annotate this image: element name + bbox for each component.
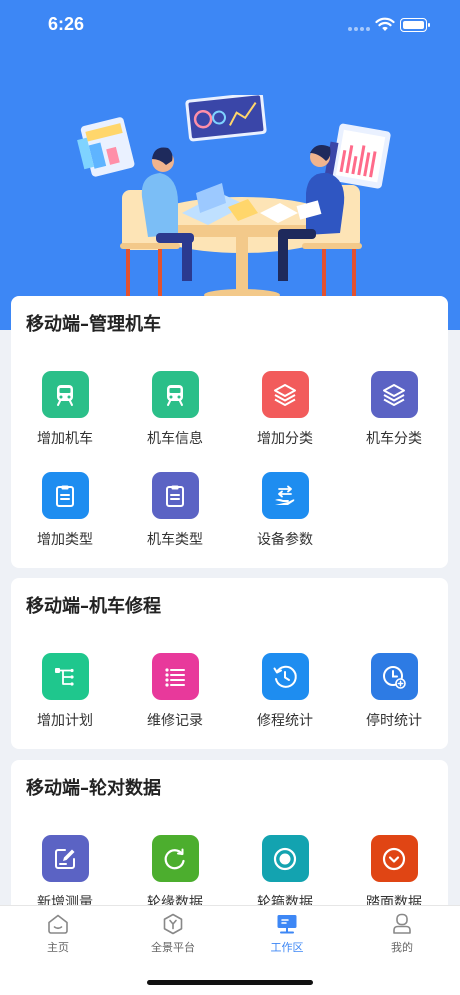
section-title: 移动端–轮对数据 [26, 778, 161, 799]
grid-item-repair-statistics[interactable]: 修程统计 [235, 653, 335, 730]
grid-item-tread-data[interactable]: 踏面数据 [344, 835, 444, 912]
grid-item-label: 增加计划 [37, 713, 93, 729]
clipboard-icon [56, 485, 74, 507]
list-icon [165, 667, 185, 687]
layers-icon [383, 383, 405, 406]
tab-label: 全景平台 [151, 941, 195, 954]
tab-label: 主页 [47, 941, 69, 954]
tile [370, 371, 418, 418]
tile [151, 653, 199, 700]
grid-item-locomotive-category[interactable]: 机车分类 [344, 371, 444, 448]
grid-item-label: 增加分类 [257, 431, 313, 447]
tab-profile[interactable]: 我的 [352, 912, 452, 955]
grid-item-locomotive-type[interactable]: 机车类型 [125, 472, 225, 549]
tab-workspace[interactable]: 工作区 [237, 912, 337, 955]
grid-item-label: 设备参数 [257, 532, 313, 548]
tab-label: 工作区 [270, 941, 304, 954]
office-meeting-illustration [77, 95, 391, 301]
grid-item-flange-data[interactable]: 轮缘数据 [125, 835, 225, 912]
battery-icon [400, 18, 430, 32]
edit-icon [55, 848, 75, 869]
grid-item-label: 机车类型 [147, 532, 203, 548]
tab-home[interactable]: 主页 [8, 912, 108, 955]
tile [261, 472, 309, 519]
record-icon [273, 847, 297, 870]
grid-item-label: 机车信息 [147, 431, 203, 447]
grid-item-repair-records[interactable]: 维修记录 [125, 653, 225, 730]
chevron-circle-icon [382, 847, 406, 870]
tree-icon [55, 667, 74, 686]
grid-item-label: 增加类型 [37, 532, 93, 548]
tile [41, 472, 89, 519]
status-bar: 6:26 [0, 0, 460, 52]
section-card-locomotive-repair: 移动端–机车修程 增加计划 维修记录 修程统计 停时统计 [11, 578, 448, 749]
grid-item-label: 维修记录 [147, 713, 203, 729]
section-title: 移动端–管理机车 [26, 314, 161, 335]
tile [261, 835, 309, 882]
train-icon [57, 384, 73, 406]
grid-item-equipment-params[interactable]: 设备参数 [235, 472, 335, 549]
section-title: 移动端–机车修程 [26, 596, 161, 617]
panorama-icon [163, 913, 183, 935]
clipboard-icon [166, 485, 184, 507]
grid-item-label: 增加机车 [37, 431, 93, 447]
tile [151, 472, 199, 519]
profile-icon [393, 913, 411, 934]
section-card-manage-locomotive: 移动端–管理机车 增加机车 机车信息 增加分类 机车分类 增加类型 机车类型 设… [11, 296, 448, 568]
home-icon [48, 914, 68, 934]
tile [41, 371, 89, 418]
tile [151, 835, 199, 882]
grid-item-add-locomotive[interactable]: 增加机车 [15, 371, 115, 448]
tile [370, 653, 418, 700]
grid-item-new-measurement[interactable]: 新增测量 [15, 835, 115, 912]
grid-item-downtime-statistics[interactable]: 停时统计 [344, 653, 444, 730]
grid-item-label: 修程统计 [257, 713, 313, 729]
train-icon [167, 384, 183, 406]
history-clock-icon [273, 665, 297, 688]
tile [261, 371, 309, 418]
tab-label: 我的 [391, 941, 413, 954]
tile [261, 653, 309, 700]
tile [41, 653, 89, 700]
home-indicator [147, 980, 313, 985]
layers-icon [274, 383, 296, 406]
tile [370, 835, 418, 882]
grid-item-tyre-data[interactable]: 轮箍数据 [235, 835, 335, 912]
hand-transfer-icon [275, 485, 295, 505]
clock-plus-icon [383, 665, 406, 689]
workspace-icon [277, 915, 297, 934]
grid-item-add-plan[interactable]: 增加计划 [15, 653, 115, 730]
grid-item-add-type[interactable]: 增加类型 [15, 472, 115, 549]
grid-item-label: 机车分类 [366, 431, 422, 447]
tile [151, 371, 199, 418]
signal-icon [348, 27, 370, 31]
hero-banner: 6:26 [0, 0, 460, 330]
status-time: 6:26 [48, 14, 85, 34]
grid-item-locomotive-info[interactable]: 机车信息 [125, 371, 225, 448]
circle-refresh-icon [164, 848, 185, 869]
tab-panorama[interactable]: 全景平台 [123, 912, 223, 955]
grid-item-label: 停时统计 [366, 713, 422, 729]
wifi-icon [375, 17, 395, 31]
tile [41, 835, 89, 882]
grid-item-add-category[interactable]: 增加分类 [235, 371, 335, 448]
